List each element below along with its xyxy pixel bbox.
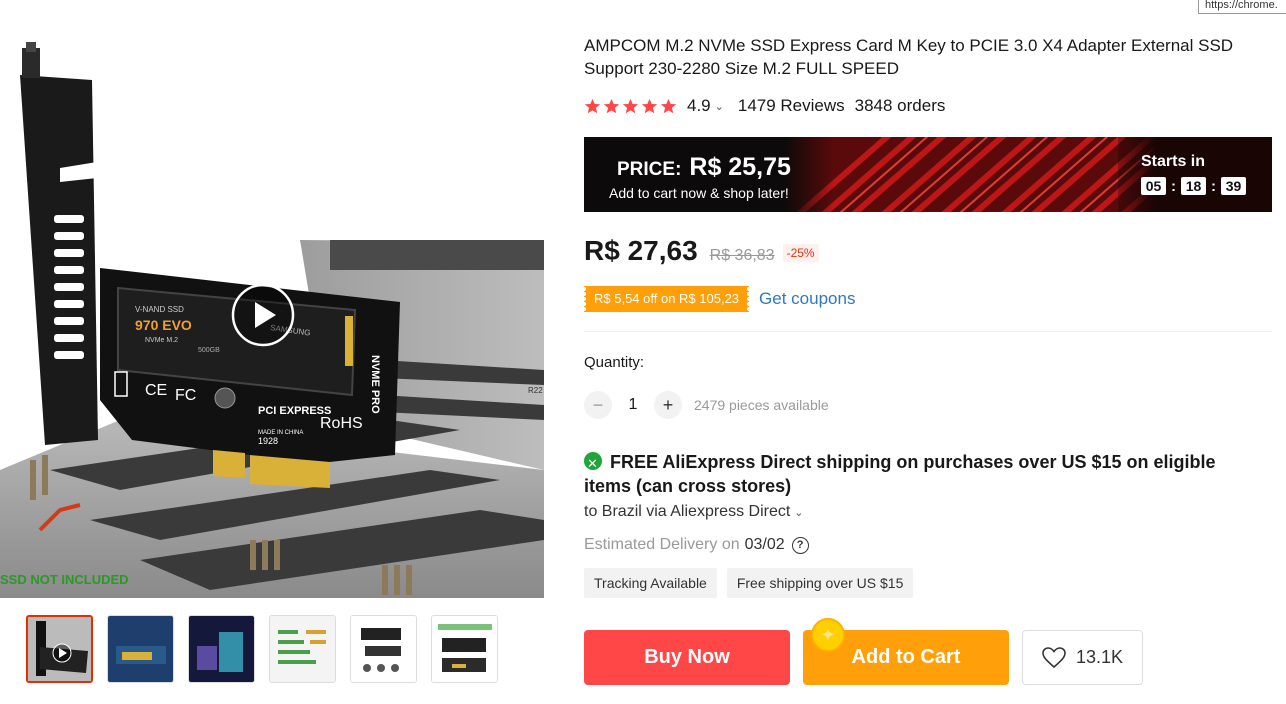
star-icon: [660, 98, 677, 113]
product-title: AMPCOM M.2 NVMe SSD Express Card M Key t…: [584, 36, 1234, 78]
quantity-value[interactable]: 1: [612, 396, 654, 414]
timer-minutes: 18: [1181, 177, 1206, 195]
shipping-title: FREE AliExpress Direct shipping on purch…: [584, 450, 1244, 498]
promo-banner: PRICE: R$ 25,75 Add to cart now & shop l…: [584, 137, 1272, 212]
tag-free-shipping: Free shipping over US $15: [726, 568, 914, 598]
timer-seconds: 39: [1221, 177, 1246, 195]
play-video-icon[interactable]: [231, 283, 295, 347]
promo-right-fade: [1118, 137, 1272, 212]
help-icon[interactable]: ?: [791, 536, 809, 554]
tag-tracking: Tracking Available: [584, 568, 717, 598]
wishlist-button[interactable]: 13.1K: [1022, 630, 1143, 685]
shipping-destination-text: to Brazil via Aliexpress Direct: [584, 503, 791, 520]
shipping-title-text: FREE AliExpress Direct shipping on purch…: [584, 452, 1216, 496]
eta-date: 03/02: [744, 536, 785, 553]
url-tooltip: https://chrome.: [1198, 0, 1286, 14]
product-page: https://chrome. V-NAND SSD 970 EVO NVMe …: [0, 0, 1286, 704]
rohs-mark: RoHS: [320, 415, 363, 432]
promo-price-value: R$ 25,75: [689, 153, 791, 181]
shipping-check-icon: [584, 452, 602, 476]
buy-now-button[interactable]: Buy Now: [584, 630, 790, 685]
coupon-row: R$ 5,54 off on R$ 105,23 Get coupons: [581, 286, 855, 312]
ce-mark: CE: [145, 382, 167, 399]
add-to-cart-button[interactable]: ✦ Add to Cart: [803, 618, 1009, 685]
timer-colon: :: [1211, 177, 1216, 195]
promo-price-label: PRICE:: [617, 159, 682, 180]
timer-colon: :: [1171, 177, 1176, 195]
star-icon: [603, 98, 620, 113]
price-row: R$ 27,63 R$ 36,83 -25%: [584, 235, 819, 267]
ssd-sub-text: NVMe M.2: [145, 337, 178, 344]
star-icon: [584, 98, 601, 113]
star-icon: [622, 98, 639, 113]
coupon-badge[interactable]: R$ 5,54 off on R$ 105,23: [581, 286, 752, 312]
thumbnail-4[interactable]: [269, 615, 336, 683]
quantity-label: Quantity:: [584, 354, 645, 371]
orders-count: 3848 orders: [854, 96, 946, 115]
get-coupons-link[interactable]: Get coupons: [759, 289, 855, 309]
discount-badge: -25%: [782, 244, 819, 262]
thumbnail-6[interactable]: [431, 615, 498, 683]
countdown-timer: 05 : 18 : 39: [1141, 177, 1246, 195]
chevron-down-icon: ⌄: [714, 100, 724, 113]
thumbnail-5[interactable]: [350, 615, 417, 683]
ssd-not-included-text: SSD NOT INCLUDED: [0, 572, 129, 587]
add-to-cart-label: Add to Cart: [851, 646, 961, 668]
nvme-pro-text: NVME PRO: [369, 355, 381, 414]
heart-icon: [1042, 646, 1066, 668]
fc-mark: FC: [175, 387, 196, 404]
current-price: R$ 27,63: [584, 235, 698, 266]
promo-price: PRICE: R$ 25,75: [617, 153, 791, 182]
rating-dropdown[interactable]: 4.9 ⌄: [687, 96, 724, 116]
thumbnail-strip: [26, 615, 498, 683]
r22-text: R22: [528, 386, 543, 395]
quantity-decrease-button[interactable]: −: [584, 391, 612, 419]
starts-in-label: Starts in: [1141, 153, 1206, 170]
rating-row: 4.9 ⌄ 1479 Reviews 3848 orders: [584, 96, 945, 116]
shipping-tags: Tracking Available Free shipping over US…: [584, 568, 914, 598]
ssd-capacity-text: 500GB: [198, 347, 220, 354]
quantity-increase-button[interactable]: +: [654, 391, 682, 419]
promo-subtitle: Add to cart now & shop later!: [609, 185, 789, 201]
thumbnail-3[interactable]: [188, 615, 255, 683]
quantity-stepper: − 1 + 2479 pieces available: [584, 391, 829, 419]
shipping-destination[interactable]: to Brazil via Aliexpress Direct ⌄: [584, 503, 804, 521]
thumbnail-1[interactable]: [26, 615, 93, 683]
sparkle-icon: ✦: [811, 618, 845, 652]
ssd-model-text: 970 EVO: [135, 317, 192, 333]
chevron-down-icon: ⌄: [794, 507, 804, 519]
product-photo: V-NAND SSD 970 EVO NVMe M.2 500GB SAMSUN…: [0, 42, 544, 598]
pieces-available: 2479 pieces available: [694, 397, 829, 413]
timer-hours: 05: [1141, 177, 1166, 195]
star-icon: [641, 98, 658, 113]
divider: [584, 331, 1272, 332]
wishlist-count: 13.1K: [1075, 647, 1124, 667]
ssd-brand-text: V-NAND SSD: [135, 305, 184, 314]
rating-value: 4.9: [687, 96, 711, 115]
reviews-link[interactable]: 1479 Reviews: [738, 96, 845, 116]
star-rating: [584, 98, 677, 115]
original-price: R$ 36,83: [709, 247, 775, 264]
main-product-image[interactable]: V-NAND SSD 970 EVO NVMe M.2 500GB SAMSUN…: [0, 0, 544, 598]
serial-text: 1928: [258, 436, 278, 446]
estimated-delivery: Estimated Delivery on 03/02 ?: [584, 536, 809, 554]
eta-label: Estimated Delivery on: [584, 536, 740, 553]
thumbnail-2[interactable]: [107, 615, 174, 683]
